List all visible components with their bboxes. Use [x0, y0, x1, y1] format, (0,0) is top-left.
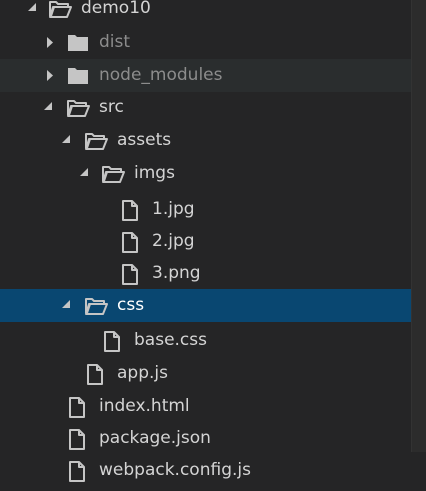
chevron-down-icon[interactable] [42, 91, 56, 124]
chevron-right-icon[interactable] [44, 26, 58, 59]
folder-open-icon [66, 91, 90, 124]
tree-item-label: app.js [117, 363, 168, 383]
tree-item-label: assets [117, 130, 172, 150]
tree-item-label: src [99, 97, 124, 117]
file-icon [67, 454, 91, 487]
tree-item-label: 3.png [152, 263, 201, 283]
file-icon [120, 193, 144, 226]
folder-icon [66, 59, 90, 92]
folder-open-icon [84, 289, 108, 322]
tree-item-label: imgs [134, 163, 175, 183]
folder-open-icon [101, 157, 125, 190]
chevron-right-icon[interactable] [44, 59, 58, 92]
tree-item-label: demo10 [81, 0, 151, 18]
tree-item-package-json[interactable]: package.json [0, 422, 426, 455]
tree-item-label: index.html [99, 396, 190, 416]
tree-item-1-jpg[interactable]: 1.jpg [0, 193, 426, 226]
file-icon [67, 390, 91, 423]
tree-item-label: dist [99, 32, 131, 52]
tree-item-label: css [117, 295, 145, 315]
file-icon [120, 225, 144, 258]
tree-item-node-modules[interactable]: node_modules [0, 59, 426, 92]
tree-item-dist[interactable]: dist [0, 26, 426, 59]
chevron-down-icon[interactable] [26, 0, 40, 25]
file-icon [120, 257, 144, 290]
file-icon [85, 357, 109, 390]
tree-item-label: package.json [99, 428, 211, 448]
tree-item-css[interactable]: css [0, 289, 426, 322]
file-icon [67, 422, 91, 455]
vertical-scrollbar[interactable] [411, 0, 426, 491]
tree-item-imgs[interactable]: imgs [0, 157, 426, 190]
tree-item-webpack-config-js[interactable]: webpack.config.js [0, 454, 426, 487]
folder-open-icon [48, 0, 72, 25]
file-explorer-tree: demo10 dist node_modules src assets imgs… [0, 0, 426, 491]
tree-item-src[interactable]: src [0, 91, 426, 124]
tree-item-base-css[interactable]: base.css [0, 324, 426, 357]
folder-icon [66, 26, 90, 59]
tree-item-assets[interactable]: assets [0, 124, 426, 157]
chevron-down-icon[interactable] [60, 124, 74, 157]
file-icon [102, 324, 126, 357]
folder-open-icon [84, 124, 108, 157]
tree-item-label: webpack.config.js [99, 460, 251, 480]
chevron-down-icon[interactable] [60, 289, 74, 322]
tree-item-app-js[interactable]: app.js [0, 357, 426, 390]
tree-item-label: node_modules [99, 65, 223, 85]
tree-item-2-jpg[interactable]: 2.jpg [0, 225, 426, 258]
scrollbar-thumb[interactable] [411, 0, 426, 452]
chevron-down-icon[interactable] [78, 157, 92, 190]
tree-item-label: 1.jpg [152, 199, 195, 219]
tree-item-index-html[interactable]: index.html [0, 390, 426, 423]
tree-item-demo10[interactable]: demo10 [0, 0, 426, 25]
tree-item-label: base.css [134, 330, 207, 350]
tree-item-3-png[interactable]: 3.png [0, 257, 426, 290]
tree-item-label: 2.jpg [152, 231, 195, 251]
